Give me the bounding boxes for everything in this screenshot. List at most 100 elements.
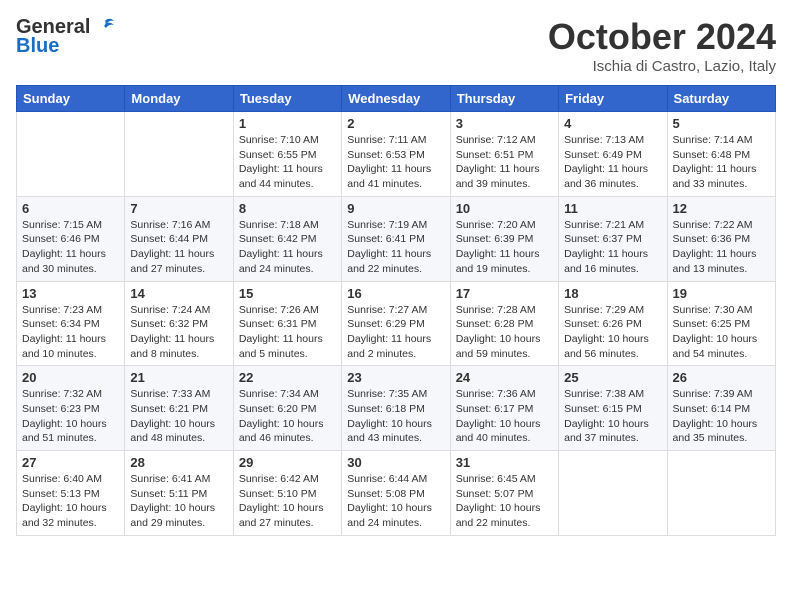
sunset-label: Sunset: 5:10 PM	[239, 488, 317, 500]
sunset-label: Sunset: 6:21 PM	[130, 403, 208, 415]
sunset-label: Sunset: 6:29 PM	[347, 318, 425, 330]
daylight-label: Daylight: 11 hours and 36 minutes.	[564, 163, 648, 190]
calendar-cell: 9 Sunrise: 7:19 AM Sunset: 6:41 PM Dayli…	[342, 196, 450, 281]
sunrise-label: Sunrise: 7:36 AM	[456, 388, 536, 400]
weekday-header-friday: Friday	[559, 86, 667, 112]
daylight-label: Daylight: 11 hours and 13 minutes.	[673, 248, 757, 275]
calendar-cell: 16 Sunrise: 7:27 AM Sunset: 6:29 PM Dayl…	[342, 281, 450, 366]
day-number: 14	[130, 286, 227, 301]
day-number: 25	[564, 370, 661, 385]
daylight-label: Daylight: 10 hours and 59 minutes.	[456, 333, 541, 360]
sunrise-label: Sunrise: 7:10 AM	[239, 134, 319, 146]
sunrise-label: Sunrise: 7:23 AM	[22, 304, 102, 316]
daylight-label: Daylight: 11 hours and 8 minutes.	[130, 333, 214, 360]
day-info: Sunrise: 6:40 AM Sunset: 5:13 PM Dayligh…	[22, 472, 119, 531]
day-number: 27	[22, 455, 119, 470]
sunrise-label: Sunrise: 7:16 AM	[130, 219, 210, 231]
daylight-label: Daylight: 11 hours and 30 minutes.	[22, 248, 106, 275]
day-number: 28	[130, 455, 227, 470]
daylight-label: Daylight: 11 hours and 33 minutes.	[673, 163, 757, 190]
sunrise-label: Sunrise: 6:42 AM	[239, 473, 319, 485]
sunset-label: Sunset: 6:41 PM	[347, 233, 425, 245]
day-info: Sunrise: 7:35 AM Sunset: 6:18 PM Dayligh…	[347, 387, 444, 446]
calendar-table: SundayMondayTuesdayWednesdayThursdayFrid…	[16, 85, 776, 536]
daylight-label: Daylight: 11 hours and 39 minutes.	[456, 163, 540, 190]
day-number: 30	[347, 455, 444, 470]
logo-bird-icon	[94, 18, 116, 38]
sunset-label: Sunset: 5:13 PM	[22, 488, 100, 500]
sunrise-label: Sunrise: 7:33 AM	[130, 388, 210, 400]
sunset-label: Sunset: 6:23 PM	[22, 403, 100, 415]
sunrise-label: Sunrise: 7:34 AM	[239, 388, 319, 400]
sunrise-label: Sunrise: 7:28 AM	[456, 304, 536, 316]
calendar-cell: 26 Sunrise: 7:39 AM Sunset: 6:14 PM Dayl…	[667, 366, 775, 451]
daylight-label: Daylight: 10 hours and 24 minutes.	[347, 502, 432, 529]
day-info: Sunrise: 6:44 AM Sunset: 5:08 PM Dayligh…	[347, 472, 444, 531]
sunset-label: Sunset: 6:25 PM	[673, 318, 751, 330]
day-number: 18	[564, 286, 661, 301]
day-number: 8	[239, 201, 336, 216]
sunset-label: Sunset: 6:17 PM	[456, 403, 534, 415]
calendar-cell: 3 Sunrise: 7:12 AM Sunset: 6:51 PM Dayli…	[450, 112, 558, 197]
calendar-cell: 20 Sunrise: 7:32 AM Sunset: 6:23 PM Dayl…	[17, 366, 125, 451]
sunrise-label: Sunrise: 7:15 AM	[22, 219, 102, 231]
sunset-label: Sunset: 6:42 PM	[239, 233, 317, 245]
calendar-week-row: 6 Sunrise: 7:15 AM Sunset: 6:46 PM Dayli…	[17, 196, 776, 281]
day-info: Sunrise: 7:33 AM Sunset: 6:21 PM Dayligh…	[130, 387, 227, 446]
calendar-cell: 14 Sunrise: 7:24 AM Sunset: 6:32 PM Dayl…	[125, 281, 233, 366]
sunrise-label: Sunrise: 7:39 AM	[673, 388, 753, 400]
calendar-cell: 1 Sunrise: 7:10 AM Sunset: 6:55 PM Dayli…	[233, 112, 341, 197]
sunrise-label: Sunrise: 7:12 AM	[456, 134, 536, 146]
sunset-label: Sunset: 6:39 PM	[456, 233, 534, 245]
sunset-label: Sunset: 5:11 PM	[130, 488, 207, 500]
sunrise-label: Sunrise: 7:30 AM	[673, 304, 753, 316]
daylight-label: Daylight: 10 hours and 29 minutes.	[130, 502, 215, 529]
calendar-cell: 2 Sunrise: 7:11 AM Sunset: 6:53 PM Dayli…	[342, 112, 450, 197]
sunset-label: Sunset: 5:07 PM	[456, 488, 534, 500]
day-info: Sunrise: 7:26 AM Sunset: 6:31 PM Dayligh…	[239, 303, 336, 362]
daylight-label: Daylight: 10 hours and 43 minutes.	[347, 418, 432, 445]
sunset-label: Sunset: 6:44 PM	[130, 233, 208, 245]
logo-blue-text: Blue	[16, 35, 59, 58]
day-number: 13	[22, 286, 119, 301]
sunset-label: Sunset: 6:26 PM	[564, 318, 642, 330]
daylight-label: Daylight: 11 hours and 5 minutes.	[239, 333, 323, 360]
sunrise-label: Sunrise: 7:13 AM	[564, 134, 644, 146]
sunset-label: Sunset: 6:15 PM	[564, 403, 642, 415]
sunrise-label: Sunrise: 7:32 AM	[22, 388, 102, 400]
weekday-header-saturday: Saturday	[667, 86, 775, 112]
month-title: October 2024	[548, 16, 776, 58]
calendar-week-row: 13 Sunrise: 7:23 AM Sunset: 6:34 PM Dayl…	[17, 281, 776, 366]
day-number: 2	[347, 116, 444, 131]
sunrise-label: Sunrise: 7:29 AM	[564, 304, 644, 316]
calendar-cell: 19 Sunrise: 7:30 AM Sunset: 6:25 PM Dayl…	[667, 281, 775, 366]
daylight-label: Daylight: 11 hours and 44 minutes.	[239, 163, 323, 190]
day-number: 3	[456, 116, 553, 131]
calendar-cell: 12 Sunrise: 7:22 AM Sunset: 6:36 PM Dayl…	[667, 196, 775, 281]
day-number: 6	[22, 201, 119, 216]
day-number: 11	[564, 201, 661, 216]
day-info: Sunrise: 7:12 AM Sunset: 6:51 PM Dayligh…	[456, 133, 553, 192]
daylight-label: Daylight: 11 hours and 24 minutes.	[239, 248, 323, 275]
sunset-label: Sunset: 5:08 PM	[347, 488, 425, 500]
calendar-cell: 29 Sunrise: 6:42 AM Sunset: 5:10 PM Dayl…	[233, 451, 341, 536]
calendar-cell: 28 Sunrise: 6:41 AM Sunset: 5:11 PM Dayl…	[125, 451, 233, 536]
day-number: 1	[239, 116, 336, 131]
day-number: 4	[564, 116, 661, 131]
day-info: Sunrise: 7:10 AM Sunset: 6:55 PM Dayligh…	[239, 133, 336, 192]
weekday-header-thursday: Thursday	[450, 86, 558, 112]
calendar-cell	[125, 112, 233, 197]
day-info: Sunrise: 7:38 AM Sunset: 6:15 PM Dayligh…	[564, 387, 661, 446]
day-number: 19	[673, 286, 770, 301]
day-info: Sunrise: 7:32 AM Sunset: 6:23 PM Dayligh…	[22, 387, 119, 446]
daylight-label: Daylight: 10 hours and 40 minutes.	[456, 418, 541, 445]
day-info: Sunrise: 7:13 AM Sunset: 6:49 PM Dayligh…	[564, 133, 661, 192]
calendar-cell: 6 Sunrise: 7:15 AM Sunset: 6:46 PM Dayli…	[17, 196, 125, 281]
sunset-label: Sunset: 6:20 PM	[239, 403, 317, 415]
day-info: Sunrise: 7:39 AM Sunset: 6:14 PM Dayligh…	[673, 387, 770, 446]
sunset-label: Sunset: 6:51 PM	[456, 149, 534, 161]
day-info: Sunrise: 7:21 AM Sunset: 6:37 PM Dayligh…	[564, 218, 661, 277]
calendar-cell: 8 Sunrise: 7:18 AM Sunset: 6:42 PM Dayli…	[233, 196, 341, 281]
calendar-cell: 7 Sunrise: 7:16 AM Sunset: 6:44 PM Dayli…	[125, 196, 233, 281]
daylight-label: Daylight: 11 hours and 19 minutes.	[456, 248, 540, 275]
